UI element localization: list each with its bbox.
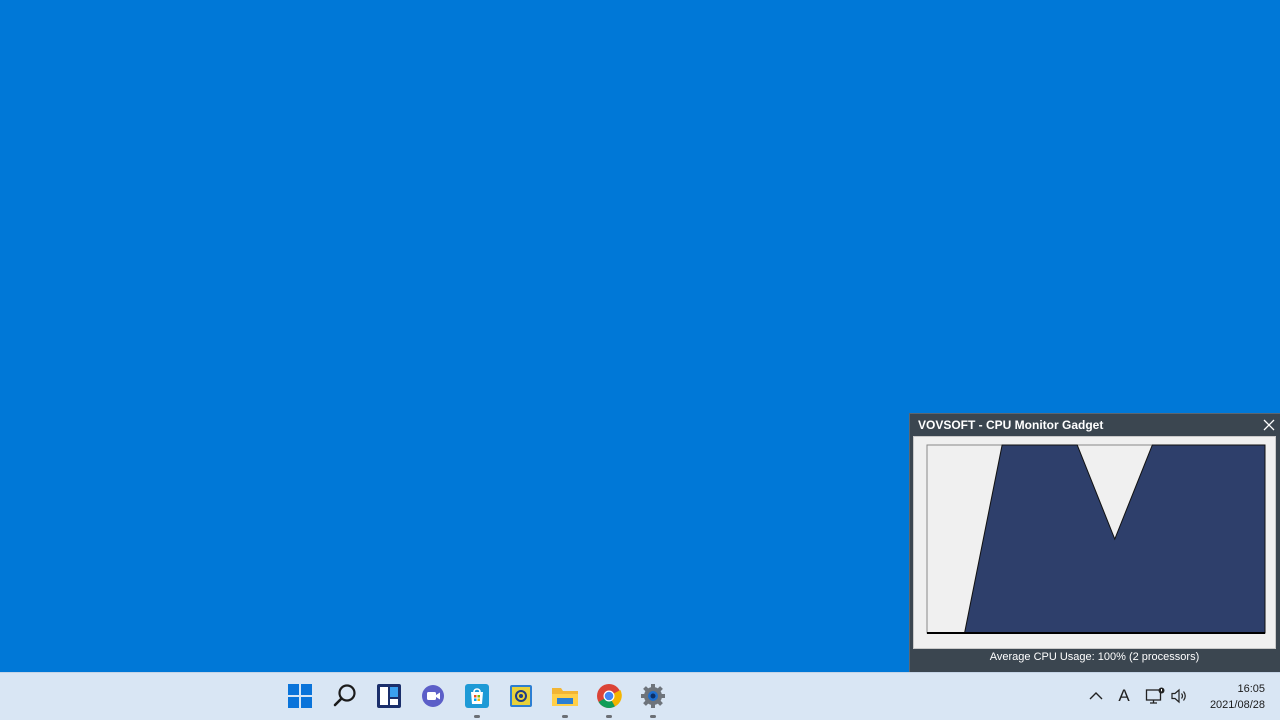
chrome-button[interactable] [593,680,625,718]
running-indicator [606,715,612,718]
chevron-up-icon [1089,692,1103,700]
clock-date: 2021/08/28 [1209,699,1265,711]
cpu-monitor-gadget-window[interactable]: VOVSOFT - CPU Monitor Gadget Average CPU… [909,413,1280,672]
cpu-chart-frame [913,436,1276,649]
close-button[interactable] [1260,416,1278,434]
ime-icon: A [1118,686,1130,705]
search-icon [333,684,356,707]
widgets-icon [377,684,401,708]
cpu-usage-chart [926,444,1266,634]
start-button[interactable] [284,680,316,712]
taskbar: A 16:05 2021/08/28 [0,672,1280,720]
mail-button[interactable] [505,680,537,712]
volume-icon [1171,688,1186,704]
clock[interactable]: 16:05 2021/08/28 [1210,681,1265,713]
store-button[interactable] [461,680,493,718]
widgets-button[interactable] [373,680,405,712]
close-icon [1263,419,1275,431]
chat-button[interactable] [417,680,449,712]
show-hidden-icons-button[interactable] [1085,685,1107,707]
store-icon [465,684,489,708]
file-explorer-button[interactable] [549,680,581,718]
running-indicator [474,715,480,718]
gadget-title: VOVSOFT - CPU Monitor Gadget [918,418,1104,432]
running-indicator [562,715,568,718]
clock-time: 16:05 [1237,683,1265,695]
volume-button[interactable] [1168,685,1190,707]
chrome-icon [597,684,622,709]
ime-button[interactable]: A [1113,685,1135,707]
search-button[interactable] [329,680,361,712]
chat-icon [422,685,444,707]
network-button[interactable] [1144,685,1166,707]
cpu-usage-status: Average CPU Usage: 100% (2 processors) [989,651,1200,663]
running-indicator [650,715,656,718]
settings-button[interactable] [637,680,669,718]
network-icon [1145,687,1165,704]
settings-icon [641,684,665,708]
mail-icon [510,685,532,707]
file-explorer-icon [552,688,578,706]
start-icon [288,684,312,708]
